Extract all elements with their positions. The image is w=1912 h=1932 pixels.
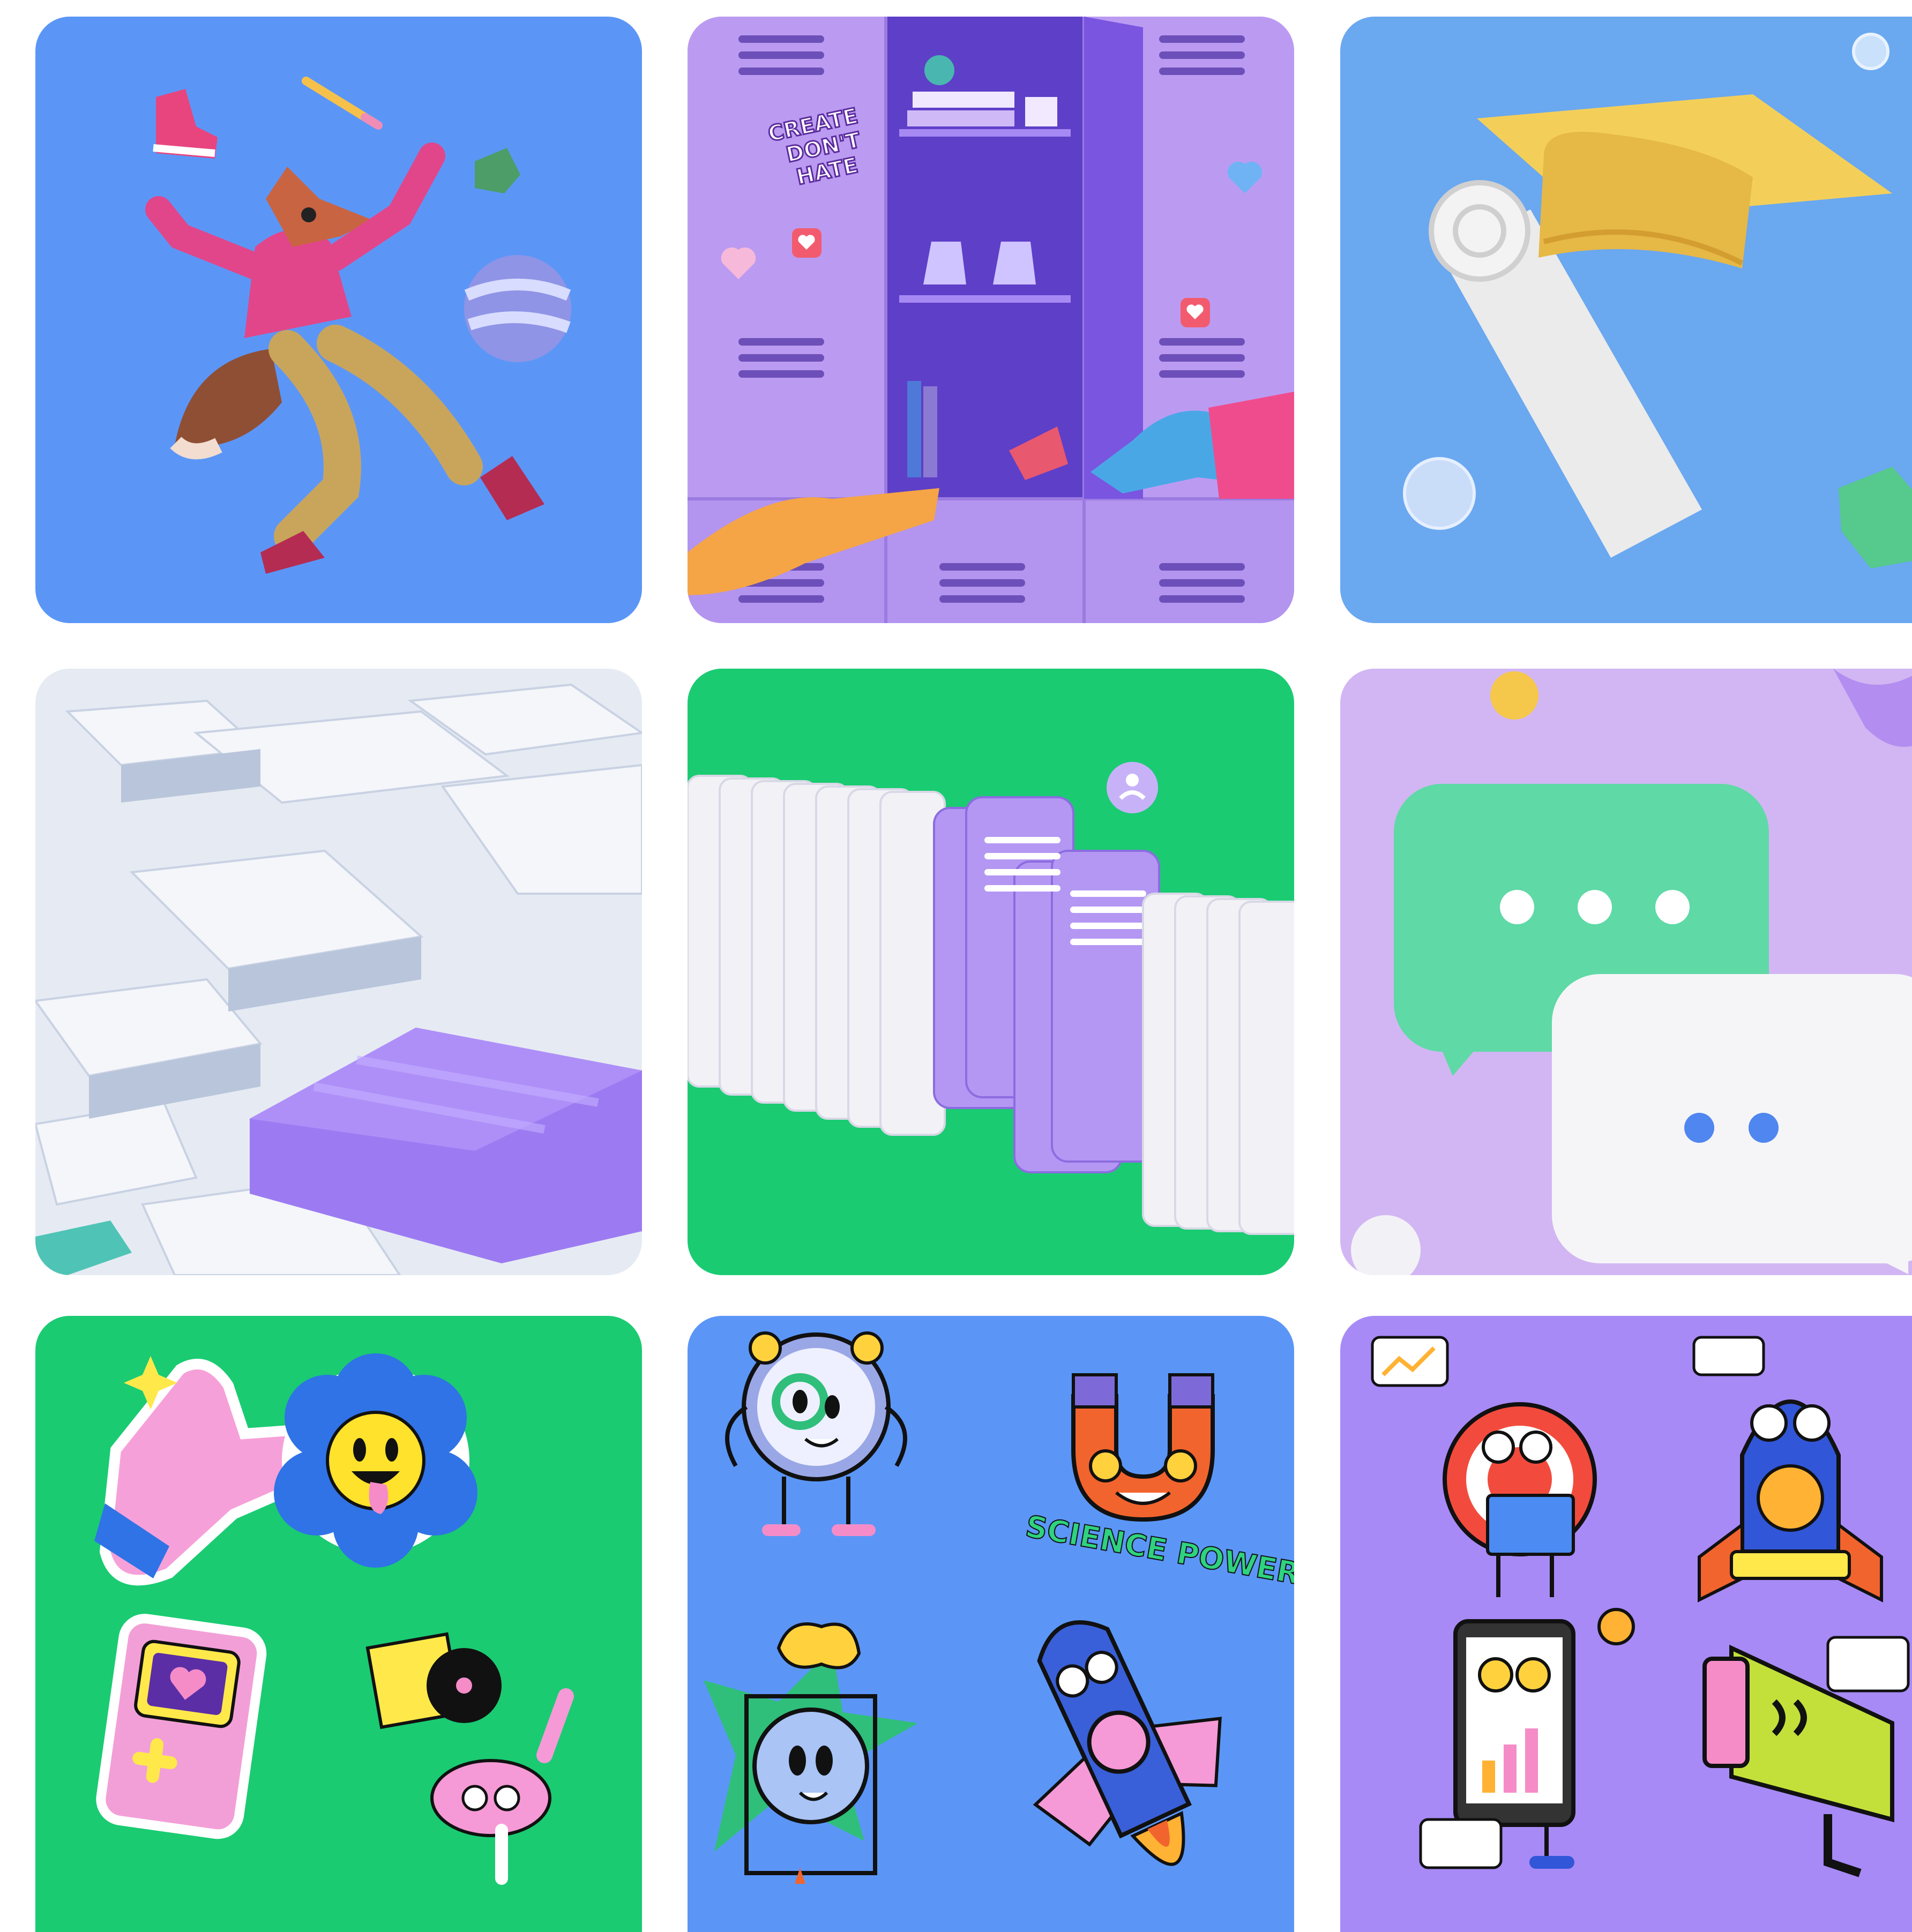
graduation-cap-icon [1340,17,1912,623]
tile-chat-bubbles[interactable] [1340,669,1912,1275]
business-icon [1340,1316,1912,1932]
fox-character-icon [35,17,642,623]
locker-icon: CREATE DON'T HATE [688,17,1294,623]
tile-stickers-business[interactable] [1340,1316,1912,1932]
tile-lockers[interactable]: CREATE DON'T HATE [688,17,1294,623]
sticker-icon [35,1316,642,1932]
tile-stickers-science[interactable]: SCIENCE POWER [688,1316,1294,1932]
tile-graduation[interactable] [1340,17,1912,623]
chat-bubble-icon [1340,669,1912,1275]
science-icon: SCIENCE POWER [688,1316,1294,1932]
blocks-icon [35,669,642,1275]
tile-fox-juggling[interactable] [35,17,642,623]
tile-stickers-green[interactable] [35,1316,642,1932]
tile-blocks[interactable] [35,669,642,1275]
cards-icon [688,669,1294,1275]
tile-cards[interactable] [688,669,1294,1275]
